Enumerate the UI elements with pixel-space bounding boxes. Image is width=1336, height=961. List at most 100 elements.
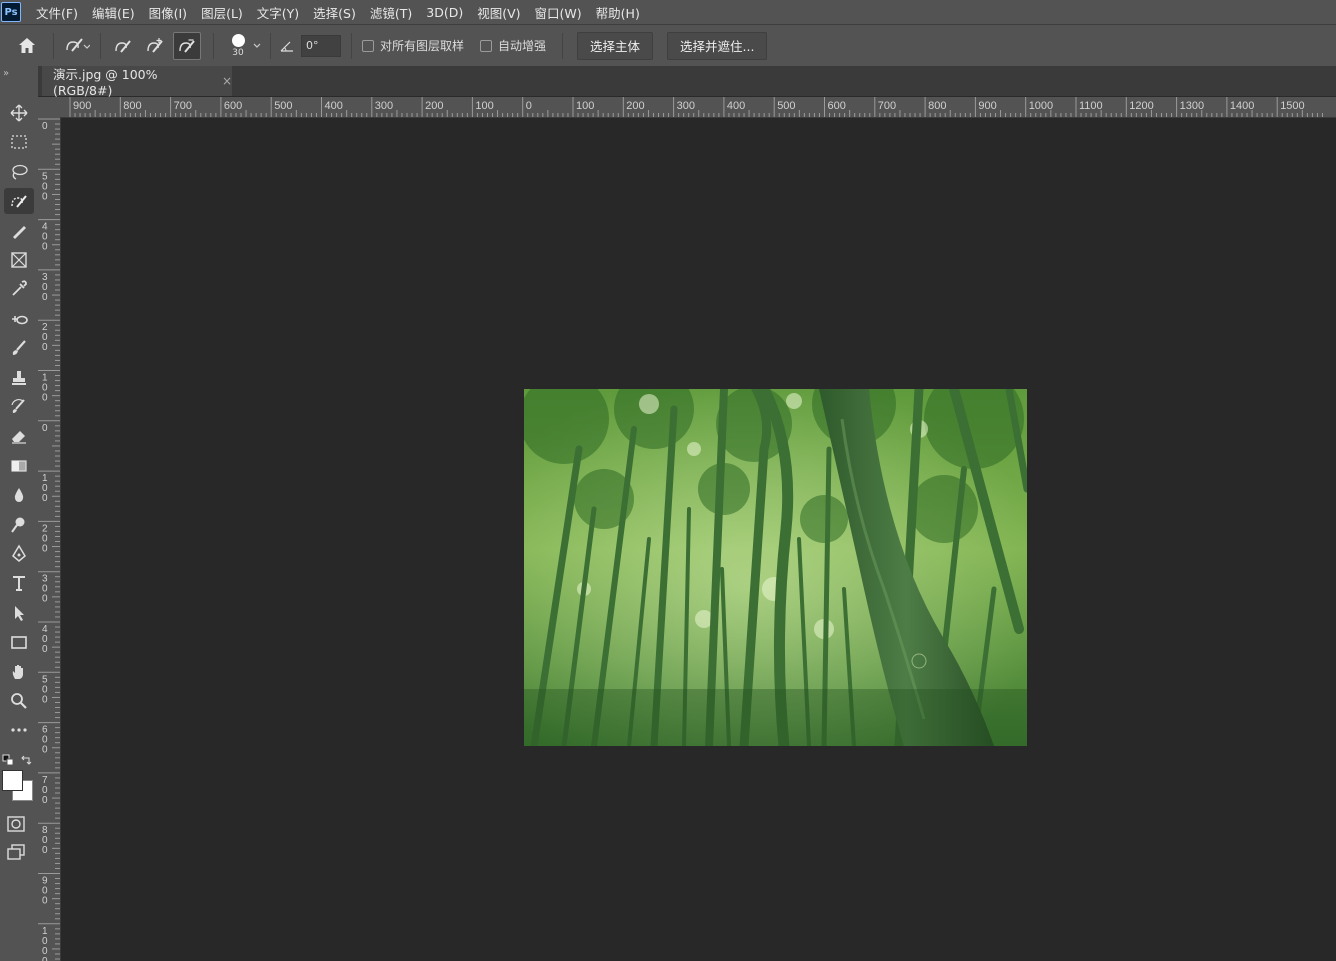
ruler-label: 1000 — [42, 926, 48, 961]
menu-filter[interactable]: 滤镜(T) — [363, 3, 419, 22]
tools-panel: » — [0, 66, 38, 961]
marquee-icon[interactable] — [4, 129, 34, 155]
zoom-icon[interactable] — [4, 688, 34, 714]
ruler-label: 400 — [42, 624, 48, 655]
ruler-label: 900 — [42, 876, 48, 907]
ruler-label: 900 — [978, 100, 996, 112]
ruler-label: 300 — [42, 574, 48, 605]
menu-3d[interactable]: 3D(D) — [419, 5, 470, 20]
ruler-label: 500 — [274, 100, 292, 112]
app-logo: Ps — [1, 2, 21, 22]
ruler-label: 400 — [42, 222, 48, 253]
ruler-label: 200 — [626, 100, 644, 112]
auto-enhance-checkbox[interactable]: 自动增强 — [480, 37, 546, 54]
rectangle-icon[interactable] — [4, 629, 34, 655]
ruler-label: 0 — [42, 423, 48, 434]
screen-mode-icon[interactable] — [6, 842, 26, 866]
chevron-down-icon[interactable] — [252, 41, 262, 51]
ruler-label: 600 — [224, 100, 242, 112]
home-icon[interactable] — [15, 34, 39, 58]
ruler-label: 800 — [42, 825, 48, 856]
brush-icon[interactable] — [4, 335, 34, 361]
new-selection-icon[interactable] — [109, 36, 137, 56]
angle-icon — [279, 38, 295, 54]
history-brush-icon[interactable] — [4, 394, 34, 420]
document-tab[interactable]: 演示.jpg @ 100%(RGB/8#) × — [42, 66, 232, 98]
stamp-icon[interactable] — [4, 365, 34, 391]
ruler-label: 800 — [928, 100, 946, 112]
horizontal-ruler[interactable]: 900 800 700 600 500 400 300 200 100 0 100 200 300 400… — [60, 97, 1336, 118]
brush-tip-icon — [231, 33, 245, 47]
ruler-label: 700 — [174, 100, 192, 112]
ruler-label: 100 — [42, 473, 48, 504]
add-to-selection-icon[interactable] — [141, 36, 169, 56]
auto-enhance-label: 自动增强 — [498, 39, 547, 53]
lasso-icon[interactable] — [4, 159, 34, 185]
checkbox-box — [362, 39, 374, 52]
healing-icon[interactable] — [4, 306, 34, 332]
menu-image[interactable]: 图像(I) — [142, 3, 194, 22]
ruler-label: 300 — [677, 100, 695, 112]
quick-selection-icon[interactable] — [4, 188, 34, 215]
brush-selection-icon[interactable] — [4, 218, 34, 244]
ruler-label: 800 — [123, 100, 141, 112]
ruler-label: 1400 — [1230, 100, 1254, 112]
sample-all-layers-checkbox[interactable]: 对所有图层取样 — [362, 37, 464, 54]
document-tab-bar: 演示.jpg @ 100%(RGB/8#) × — [0, 66, 1336, 98]
checkbox-box — [480, 39, 493, 52]
subtract-from-selection-icon[interactable] — [173, 31, 201, 60]
angle-input[interactable]: 0° — [301, 34, 341, 57]
menu-file[interactable]: 文件(F) — [29, 3, 85, 22]
ruler-label: 0 — [42, 121, 48, 132]
document-image[interactable] — [524, 389, 1027, 746]
pen-icon[interactable] — [4, 541, 34, 567]
ruler-label: 700 — [878, 100, 896, 112]
menu-edit[interactable]: 编辑(E) — [85, 3, 142, 22]
ruler-label: 400 — [727, 100, 745, 112]
blur-icon[interactable] — [4, 482, 34, 508]
vertical-ruler[interactable]: 0500400300200100010020030040050060070080… — [38, 117, 61, 961]
path-select-icon[interactable] — [4, 600, 34, 626]
frame-icon[interactable] — [4, 247, 34, 273]
quick-mask-icon[interactable] — [6, 814, 26, 838]
menu-window[interactable]: 窗口(W) — [528, 3, 589, 22]
gradient-icon[interactable] — [4, 453, 34, 479]
more-icon[interactable] — [4, 717, 34, 743]
ruler-label: 200 — [42, 322, 48, 353]
select-and-mask-button[interactable]: 选择并遮住... — [667, 31, 768, 60]
foreground-color-swatch[interactable] — [2, 770, 23, 791]
ruler-label: 1000 — [1029, 100, 1053, 112]
ruler-label: 500 — [42, 171, 48, 202]
hand-icon[interactable] — [4, 659, 34, 685]
brush-size-picker[interactable]: 30 — [228, 33, 248, 58]
dodge-icon[interactable] — [4, 512, 34, 538]
close-icon[interactable]: × — [222, 74, 232, 88]
menu-type[interactable]: 文字(Y) — [250, 3, 306, 22]
ruler-label: 1500 — [1280, 100, 1304, 112]
ruler-label: 500 — [777, 100, 795, 112]
menu-bar: Ps 文件(F) 编辑(E) 图像(I) 图层(L) 文字(Y) 选择(S) 滤… — [0, 0, 1336, 24]
document-tab-title: 演示.jpg @ 100%(RGB/8#) — [53, 67, 158, 98]
ruler-origin[interactable] — [38, 97, 60, 117]
collapse-panel-icon[interactable]: » — [3, 68, 9, 79]
ruler-label: 100 — [42, 373, 48, 404]
select-subject-button[interactable]: 选择主体 — [577, 31, 654, 60]
ruler-label: 1200 — [1129, 100, 1153, 112]
menu-help[interactable]: 帮助(H) — [589, 3, 647, 22]
brush-size-value: 30 — [232, 47, 244, 58]
eyedropper-icon[interactable] — [4, 276, 34, 302]
default-colors-icon[interactable] — [2, 751, 14, 770]
options-bar: 30 0° 对所有图层取样 自动增强 选择主体 选择并遮住... — [0, 24, 1336, 66]
menu-view[interactable]: 视图(V) — [470, 3, 527, 22]
tool-preset-picker[interactable] — [64, 36, 90, 56]
eraser-icon[interactable] — [4, 423, 34, 449]
menu-select[interactable]: 选择(S) — [306, 3, 363, 22]
menu-layer[interactable]: 图层(L) — [194, 3, 250, 22]
move-icon[interactable] — [4, 100, 34, 126]
ruler-label: 100 — [576, 100, 594, 112]
ruler-label: 600 — [828, 100, 846, 112]
sample-all-layers-label: 对所有图层取样 — [380, 39, 465, 53]
swap-colors-icon[interactable] — [20, 751, 32, 770]
ruler-label: 900 — [73, 100, 91, 112]
type-icon[interactable] — [4, 570, 34, 596]
